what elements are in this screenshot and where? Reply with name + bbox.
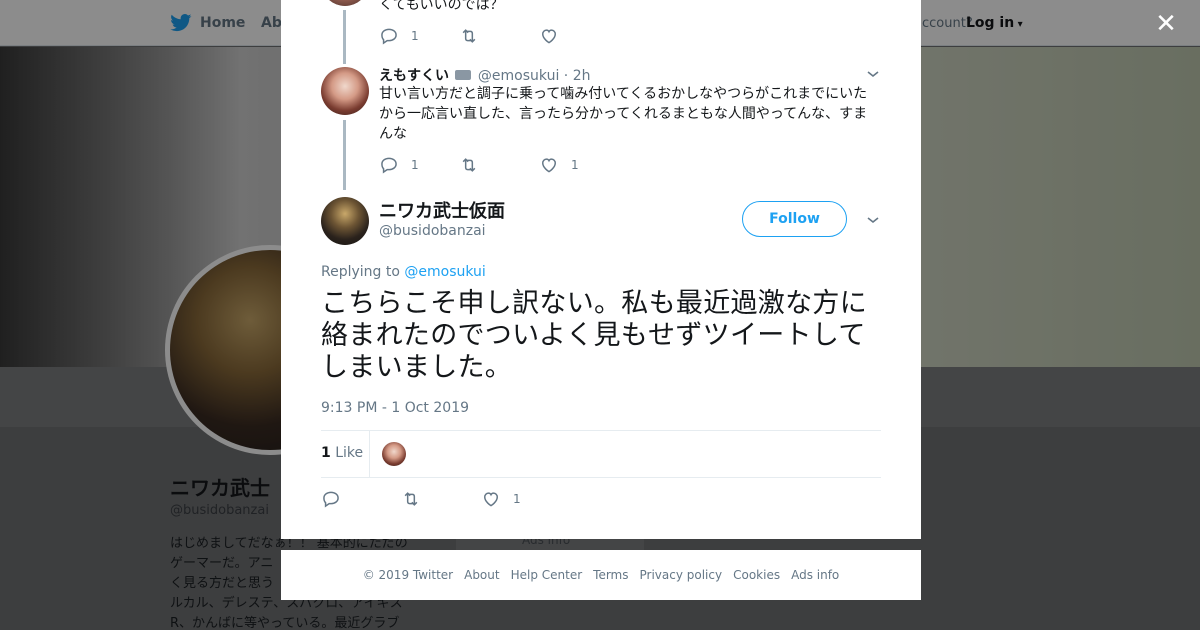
retweet-button[interactable]: [401, 489, 481, 509]
retweet-icon: [462, 29, 476, 43]
tweet-author-name[interactable]: えもすくい: [379, 68, 449, 84]
tweet-modal: くてもいいのでは？ 1 えもすくい @emosukui · 2h 甘い言い方だと…: [281, 0, 921, 539]
footer-link-about[interactable]: About: [464, 568, 499, 582]
stats-divider: [369, 431, 370, 477]
chevron-down-icon[interactable]: [865, 66, 881, 82]
reply-icon: [323, 491, 339, 508]
retweet-icon: [462, 158, 476, 172]
heart-icon: [541, 158, 557, 173]
tweet-stats: 1 Like: [321, 430, 881, 478]
like-button[interactable]: 1: [539, 155, 619, 175]
follow-button[interactable]: Follow: [742, 201, 847, 237]
close-icon[interactable]: ✕: [1154, 11, 1178, 37]
reply-avatar-top[interactable]: [321, 0, 369, 6]
tweet-actions: 1: [379, 26, 619, 46]
likes-stat[interactable]: 1 Like: [321, 445, 363, 461]
thread-line: [343, 120, 346, 190]
likes-stat-count: 1: [321, 445, 331, 461]
reply-icon: [381, 157, 397, 174]
tweet-header: えもすくい @emosukui · 2h: [379, 65, 590, 85]
like-count: 1: [571, 158, 579, 172]
main-author-handle[interactable]: @busidobanzai: [379, 223, 486, 239]
liker-avatar[interactable]: [382, 442, 406, 466]
like-count: 1: [513, 492, 521, 506]
footer-link-privacy[interactable]: Privacy policy: [640, 568, 723, 582]
footer-link-help-center[interactable]: Help Center: [511, 568, 583, 582]
footer-link-ads-info[interactable]: Ads info: [791, 568, 839, 582]
replying-to: Replying to @emosukui: [321, 264, 486, 280]
tweet-timestamp[interactable]: 9:13 PM - 1 Oct 2019: [321, 400, 469, 416]
separator-dot: ·: [563, 68, 573, 84]
reply-button[interactable]: 1: [379, 26, 459, 46]
likes-stat-label: Like: [335, 445, 364, 461]
replying-to-link[interactable]: @emosukui: [404, 264, 485, 280]
reply-avatar[interactable]: [321, 67, 369, 115]
retweet-icon: [404, 492, 418, 506]
tweet-text: 甘い言い方だと調子に乗って噛み付いてくるおかしなやつらがこれまでにいたから一応言…: [379, 86, 868, 142]
reply-icon: [381, 28, 397, 45]
chevron-down-icon[interactable]: [865, 212, 881, 228]
thread-line: [343, 10, 346, 64]
main-author-name[interactable]: ニワカ武士仮面: [379, 197, 505, 223]
reply-count: 1: [411, 29, 419, 43]
footer-link-cookies[interactable]: Cookies: [733, 568, 780, 582]
reply-button[interactable]: [321, 489, 401, 509]
like-button[interactable]: [539, 26, 619, 46]
tweet-author-handle[interactable]: @emosukui: [478, 68, 559, 84]
reply-button[interactable]: 1: [379, 155, 459, 175]
heart-icon: [483, 492, 499, 507]
tweet-time[interactable]: 2h: [573, 68, 591, 84]
main-tweet-text: こちらこそ申し訳ない。私も最近過激な方に絡まれたのでついよく見もせずツイートして…: [321, 288, 867, 383]
author-emoji-icon: [455, 70, 472, 80]
like-button[interactable]: 1: [481, 489, 561, 509]
retweet-button[interactable]: [459, 26, 539, 46]
main-author-avatar[interactable]: [321, 197, 369, 245]
reply-count: 1: [411, 158, 419, 172]
tweet-text: くてもいいのでは？: [379, 0, 504, 13]
tweet-actions: 1 1: [379, 155, 619, 175]
footer-copyright: © 2019 Twitter: [362, 568, 454, 582]
footer-link-terms[interactable]: Terms: [593, 568, 628, 582]
main-tweet-actions: 1: [321, 489, 561, 509]
retweet-button[interactable]: [459, 155, 539, 175]
footer: © 2019 Twitter About Help Center Terms P…: [281, 550, 921, 600]
replying-prefix: Replying to: [321, 264, 400, 280]
heart-icon: [541, 29, 557, 44]
